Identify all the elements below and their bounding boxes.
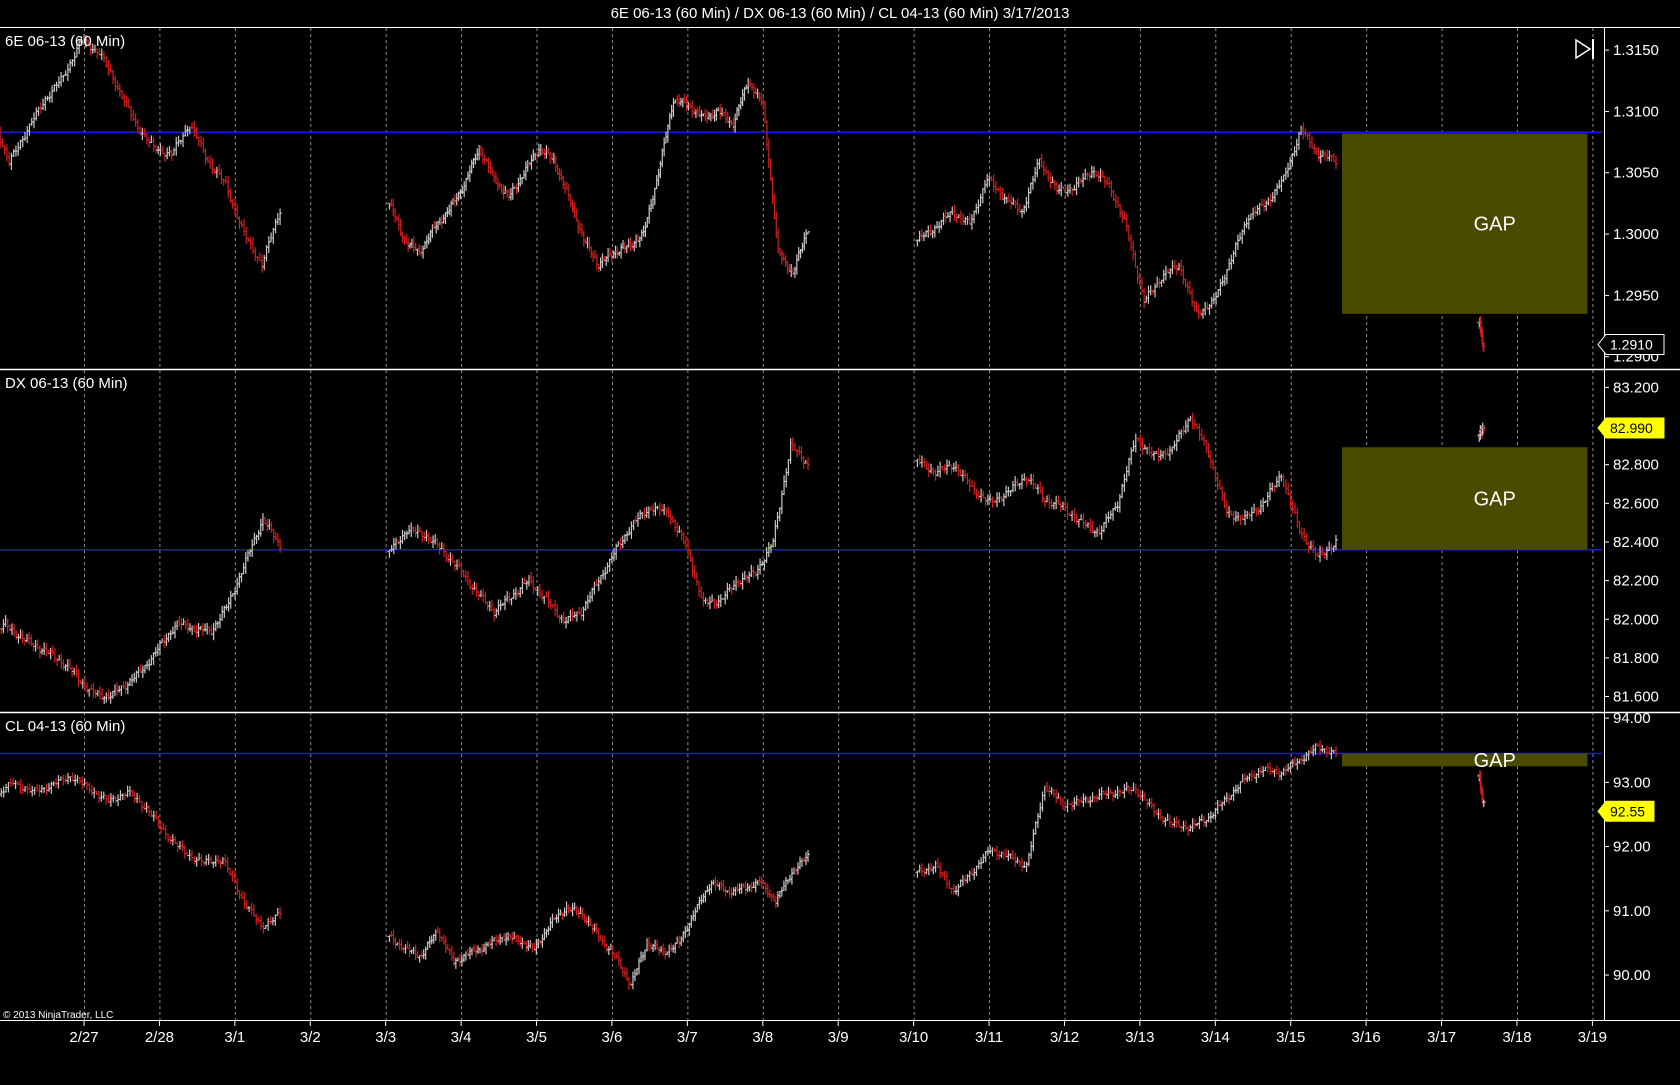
- gap-label: GAP: [1474, 488, 1516, 510]
- y-tick-label: 83.200: [1613, 379, 1659, 396]
- chart-canvas: GAP 6E 06-13 (60 Min) 1.3150 1.3100 1.3050 1.…: [0, 27, 1680, 1046]
- y-tick-label: 1.3000: [1613, 226, 1659, 243]
- y-tick-label: 82.200: [1613, 573, 1659, 590]
- gap-box: [1342, 753, 1588, 767]
- gap-label: GAP: [1474, 214, 1516, 236]
- y-tick-label: 82.800: [1613, 457, 1659, 474]
- y-tick-label: 1.2950: [1613, 287, 1659, 304]
- last-price-label: 82.990: [1610, 420, 1653, 436]
- y-tick-label: 82.400: [1613, 534, 1659, 551]
- panel-label: DX 06-13 (60 Min): [5, 375, 128, 392]
- gap-box: [1342, 133, 1588, 314]
- y-tick-label: 1.3050: [1613, 165, 1659, 182]
- y-tick-label: 81.600: [1613, 689, 1659, 706]
- y-tick-label: 81.800: [1613, 650, 1659, 667]
- last-price-label: 1.2910: [1610, 336, 1653, 352]
- y-tick-label: 82.600: [1613, 495, 1659, 512]
- y-tick-label: 1.3150: [1613, 42, 1659, 59]
- y-tick-label: 1.3100: [1613, 103, 1659, 120]
- gap-box: [1342, 447, 1588, 550]
- y-tick-label: 82.000: [1613, 611, 1659, 628]
- gap-label: GAP: [1474, 750, 1516, 772]
- panel-label: 6E 06-13 (60 Min): [5, 33, 125, 50]
